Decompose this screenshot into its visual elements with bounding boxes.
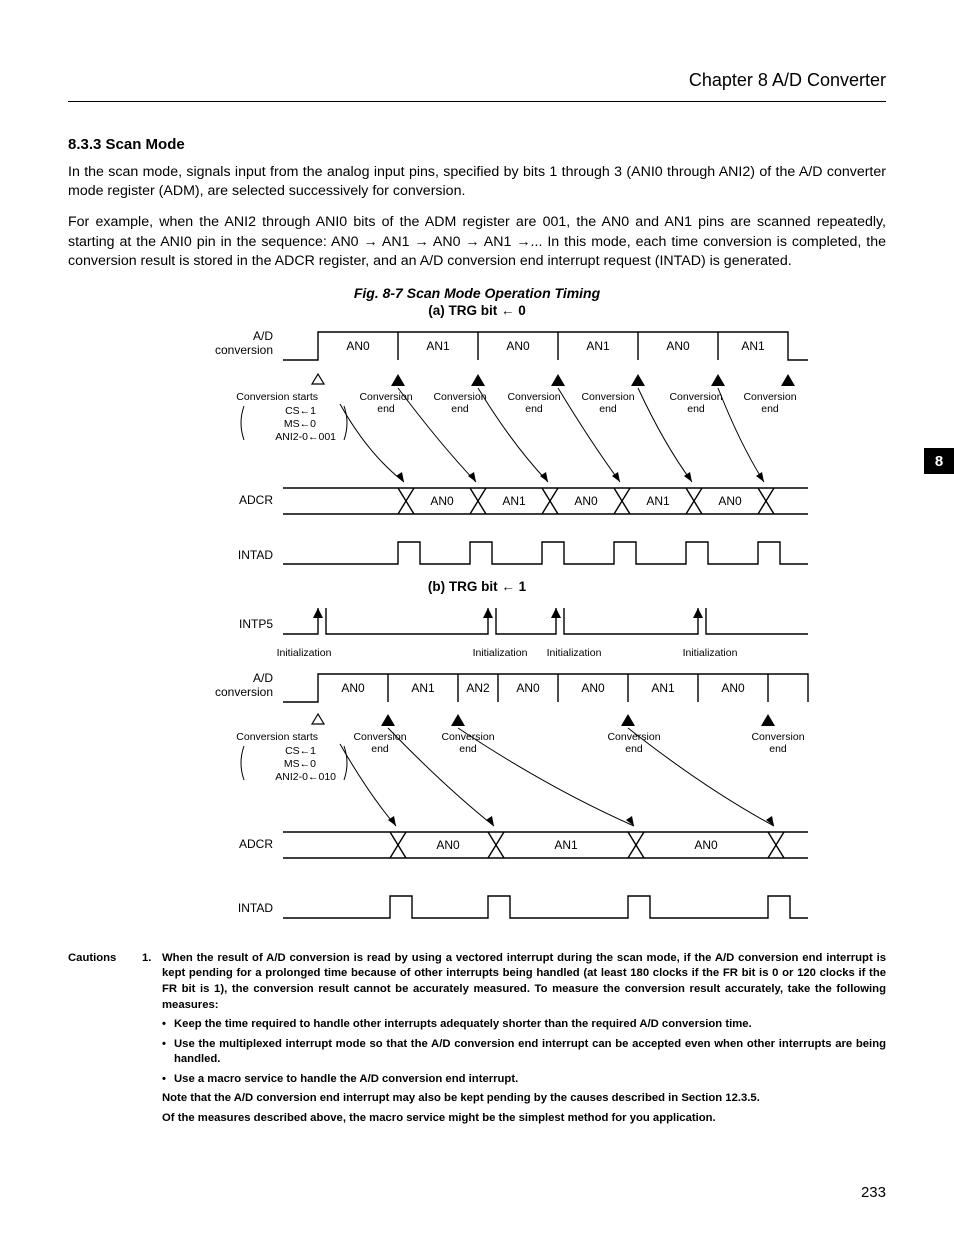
svg-text:end: end [525,403,543,415]
svg-text:Conversion: Conversion [353,731,406,743]
svg-text:AN0: AN0 [346,339,370,353]
svg-text:end: end [459,743,477,755]
svg-text:Conversion starts: Conversion starts [236,391,318,403]
svg-text:AN1: AN1 [502,494,526,508]
svg-text:Conversion: Conversion [743,391,796,403]
svg-text:end: end [761,403,779,415]
timing-diagram-a: A/D conversion AN0 AN1 AN0 AN1 AN0 AN1 C… [68,324,886,574]
svg-text:AN1: AN1 [651,681,675,695]
svg-text:A/D: A/D [253,329,273,343]
svg-text:Conversion: Conversion [669,391,722,403]
svg-text:AN1: AN1 [426,339,450,353]
svg-text:INTP5: INTP5 [239,617,273,631]
svg-text:AN1: AN1 [554,838,578,852]
svg-text:end: end [599,403,617,415]
svg-text:Conversion: Conversion [441,731,494,743]
svg-text:AN0: AN0 [574,494,598,508]
svg-text:AN0: AN0 [430,494,454,508]
svg-text:ADCR: ADCR [239,493,273,507]
svg-text:Conversion: Conversion [433,391,486,403]
timing-diagram-b: INTP5 Initialization Initialization Init… [68,600,886,930]
svg-text:MS←0: MS←0 [284,758,316,770]
caution-bullet: Use a macro service to handle the A/D co… [174,1072,518,1088]
svg-text:ANI2-0←010: ANI2-0←010 [275,771,336,783]
caution-bullet: Keep the time required to handle other i… [174,1017,752,1033]
chapter-header: Chapter 8 A/D Converter [68,70,886,91]
caution-bullet: Use the multiplexed interrupt mode so th… [174,1037,886,1068]
cautions-note: Of the measures described above, the mac… [162,1111,886,1127]
figure-subcaption-b: (b) TRG bit ← 1 [68,579,886,594]
svg-text:end: end [687,403,705,415]
cautions-label: Cautions [68,951,142,1127]
paragraph: For example, when the ANI2 through ANI0 … [68,213,886,271]
svg-text:end: end [371,743,389,755]
header-rule [68,101,886,102]
svg-text:AN1: AN1 [586,339,610,353]
figure-caption: Fig. 8-7 Scan Mode Operation Timing [68,285,886,301]
svg-text:MS←0: MS←0 [284,418,316,430]
svg-text:AN0: AN0 [666,339,690,353]
svg-text:AN0: AN0 [436,838,460,852]
svg-text:conversion: conversion [215,685,273,699]
svg-text:AN0: AN0 [694,838,718,852]
section-heading: 8.3.3 Scan Mode [68,136,886,153]
svg-text:AN2: AN2 [466,681,490,695]
svg-text:Conversion: Conversion [507,391,560,403]
svg-text:Initialization: Initialization [683,647,738,659]
svg-text:Conversion: Conversion [751,731,804,743]
svg-text:AN0: AN0 [341,681,365,695]
svg-text:AN0: AN0 [506,339,530,353]
svg-text:Initialization: Initialization [547,647,602,659]
svg-text:CS←1: CS←1 [285,745,316,757]
svg-text:A/D: A/D [253,671,273,685]
svg-text:Initialization: Initialization [473,647,528,659]
svg-text:end: end [769,743,787,755]
svg-text:CS←1: CS←1 [285,405,316,417]
svg-text:Conversion starts: Conversion starts [236,731,318,743]
page-number: 233 [861,1184,886,1201]
svg-text:AN1: AN1 [646,494,670,508]
svg-text:INTAD: INTAD [238,901,273,915]
svg-text:AN1: AN1 [741,339,765,353]
cautions-number: 1. [142,951,162,1127]
cautions-note: Note that the A/D conversion end interru… [162,1091,886,1107]
svg-text:Initialization: Initialization [277,647,332,659]
row-label-adconv: conversion [215,343,273,357]
paragraph: In the scan mode, signals input from the… [68,163,886,201]
cautions-block: Cautions 1. When the result of A/D conve… [68,951,886,1127]
svg-text:AN0: AN0 [581,681,605,695]
svg-text:ADCR: ADCR [239,837,273,851]
svg-text:AN0: AN0 [721,681,745,695]
svg-text:end: end [625,743,643,755]
svg-text:AN0: AN0 [718,494,742,508]
svg-text:AN0: AN0 [516,681,540,695]
cautions-body: When the result of A/D conversion is rea… [162,952,886,1011]
svg-text:end: end [377,403,395,415]
svg-text:AN1: AN1 [411,681,435,695]
svg-text:end: end [451,403,469,415]
chapter-side-tab: 8 [924,448,954,474]
figure-subcaption-a: (a) TRG bit ← 0 [68,303,886,318]
svg-text:INTAD: INTAD [238,548,273,562]
svg-text:Conversion: Conversion [581,391,634,403]
svg-text:ANI2-0←001: ANI2-0←001 [275,431,336,443]
